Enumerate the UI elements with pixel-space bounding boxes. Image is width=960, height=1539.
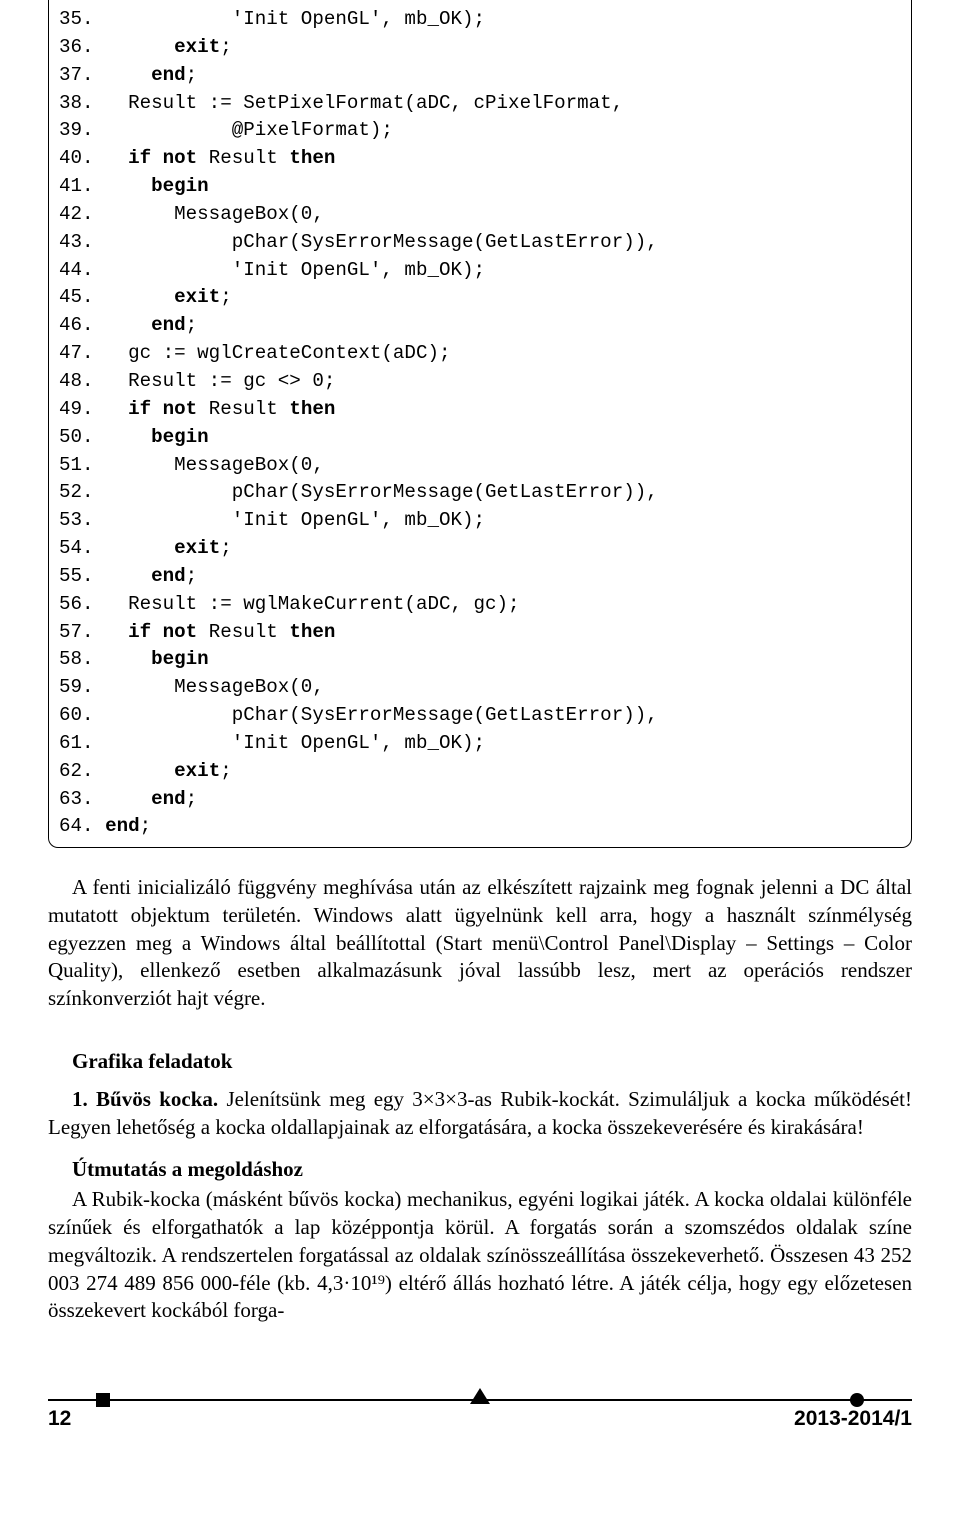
page-number: 12 bbox=[48, 1407, 71, 1431]
square-icon bbox=[96, 1393, 110, 1407]
footer-rule bbox=[48, 1399, 912, 1401]
page-footer: 12 2013-2014/1 bbox=[0, 1399, 960, 1445]
code-listing: 35. 'Init OpenGL', mb_OK); 36. exit; 37.… bbox=[48, 0, 912, 848]
triangle-icon bbox=[470, 1388, 490, 1404]
page-content: 35. 'Init OpenGL', mb_OK); 36. exit; 37.… bbox=[0, 0, 960, 1345]
task-1: 1. Bűvös kocka. Jelenítsünk meg egy 3×3×… bbox=[48, 1086, 912, 1141]
solution-hint-body: A Rubik-kocka (másként bűvös kocka) mech… bbox=[48, 1186, 912, 1325]
section-heading: Grafika feladatok bbox=[48, 1049, 912, 1074]
solution-hint-heading: Útmutatás a megoldáshoz bbox=[48, 1157, 912, 1182]
issue-label: 2013-2014/1 bbox=[794, 1407, 912, 1431]
task-1-lead: 1. Bűvös kocka. bbox=[72, 1087, 218, 1111]
paragraph-intro: A fenti inicializáló függvény meghívása … bbox=[48, 874, 912, 1013]
circle-icon bbox=[850, 1393, 864, 1407]
